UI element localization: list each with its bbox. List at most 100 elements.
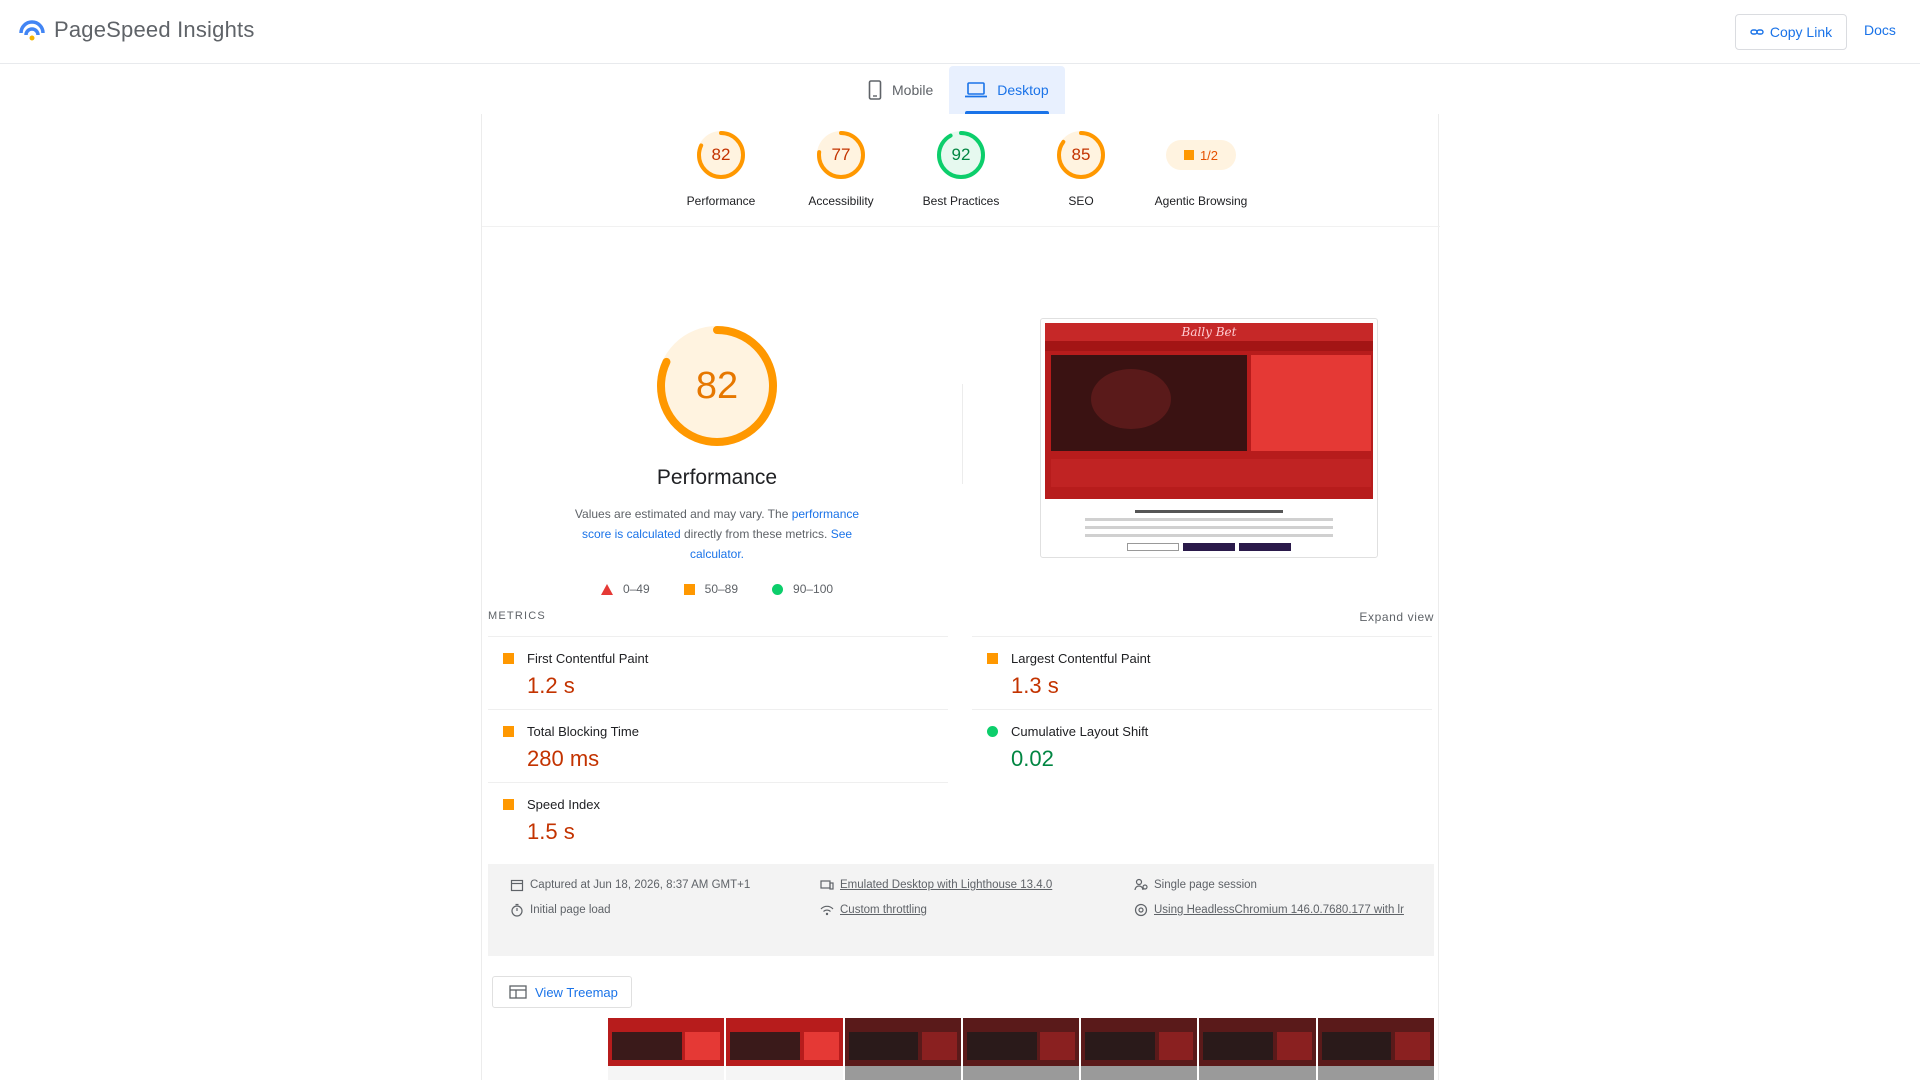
performance-summary: 82 Performance Values are estimated and …: [522, 324, 912, 596]
gauge-score: 92: [951, 145, 971, 164]
frame-banner: [730, 1032, 801, 1060]
average-square-icon: [503, 653, 514, 664]
banner-art: [1091, 369, 1171, 429]
gauge-agentic-browsing[interactable]: 1/2 Agentic Browsing: [1149, 130, 1253, 208]
desc-text: directly from these metrics.: [680, 527, 831, 541]
frame-banner: [966, 1032, 1037, 1060]
metric-lcp: Largest Contentful Paint 1.3 s: [972, 636, 1432, 698]
runtime-throttling[interactable]: Custom throttling: [820, 901, 927, 919]
filmstrip-frame[interactable]: [1317, 1018, 1434, 1080]
runtime-initial-load: Initial page load: [510, 901, 611, 919]
performance-title: Performance: [656, 466, 778, 489]
gauge-performance[interactable]: 82 Performance: [669, 130, 773, 208]
screenshot-button: [1239, 543, 1291, 551]
runtime-emulated[interactable]: Emulated Desktop with Lighthouse 13.4.0: [820, 876, 1052, 894]
gauge-label: Agentic Browsing: [1154, 194, 1248, 208]
fail-triangle-icon: [600, 583, 613, 595]
gauge-ring: 77: [816, 130, 866, 180]
gauge-label: Performance: [686, 194, 756, 208]
filmstrip-frame[interactable]: [962, 1018, 1080, 1080]
text-line: [1085, 526, 1333, 529]
frame-banner: [1321, 1032, 1392, 1060]
frame-body: [962, 1066, 1080, 1080]
runtime-text: Emulated Desktop with Lighthouse 13.4.0: [840, 879, 1053, 891]
brand[interactable]: PageSpeed Insights: [18, 16, 255, 44]
filmstrip-frame[interactable]: [608, 1018, 725, 1080]
wifi-icon: [820, 905, 834, 916]
person-icon: [1134, 878, 1148, 891]
frame-body: [1317, 1066, 1434, 1080]
frame-side: [1158, 1032, 1194, 1060]
frame-side: [1395, 1032, 1430, 1060]
runtime-text: Initial page load: [530, 904, 611, 916]
runtime-text: Custom throttling: [840, 904, 927, 916]
metric-name: Largest Contentful Paint: [1011, 651, 1151, 666]
screenshot-banner: [1051, 355, 1247, 451]
screenshot-body: [1045, 499, 1373, 557]
frame-banner: [848, 1032, 919, 1060]
tab-desktop[interactable]: Desktop: [949, 66, 1065, 114]
view-treemap-button[interactable]: View Treemap: [492, 976, 632, 1008]
performance-gauge: 82: [655, 324, 779, 448]
metric-value: 1.5 s: [527, 819, 575, 844]
gauge-ring: 92: [936, 130, 986, 180]
screenshot-strip: [1051, 459, 1371, 487]
calendar-icon: [510, 879, 524, 892]
gauge-seo[interactable]: 85 SEO: [1029, 130, 1133, 208]
performance-description: Values are estimated and may vary. The p…: [522, 504, 912, 564]
runtime-browser[interactable]: Using HeadlessChromium 146.0.7680.177 wi…: [1134, 901, 1424, 919]
docs-link[interactable]: Docs: [1864, 22, 1896, 38]
metric-value: 1.3 s: [1011, 673, 1059, 698]
legend-pass: 90–100: [772, 582, 833, 596]
gauge-accessibility[interactable]: 77 Accessibility: [789, 130, 893, 208]
screenshot-hero: Bally Bet: [1045, 323, 1373, 499]
screenshot-button: [1127, 543, 1179, 551]
runtime-settings: Captured at Jun 18, 2026, 8:37 AM GMT+1 …: [488, 864, 1434, 956]
legend-label: 90–100: [793, 582, 834, 596]
runtime-text: Captured at Jun 18, 2026, 8:37 AM GMT+1: [530, 879, 751, 891]
site-logo: Bally Bet: [1181, 325, 1237, 339]
performance-score: 82: [695, 365, 739, 407]
filmstrip-frame[interactable]: [1199, 1018, 1316, 1080]
gauge-ring: 85: [1056, 130, 1106, 180]
metric-value: 280 ms: [527, 746, 600, 771]
frame-body: [1199, 1066, 1316, 1080]
metric-cls: Cumulative Layout Shift 0.02: [972, 709, 1432, 771]
desc-text: Values are estimated and may vary. The: [574, 507, 792, 521]
runtime-session: Single page session: [1134, 876, 1257, 894]
filmstrip-frame[interactable]: [726, 1018, 843, 1080]
gauge-score: 77: [831, 145, 851, 164]
filmstrip-frame[interactable]: [844, 1018, 961, 1080]
frame-body: [608, 1066, 725, 1080]
legend-label: 0–49: [622, 582, 650, 596]
tab-mobile[interactable]: Mobile: [852, 66, 949, 114]
screenshot-buttons: [1085, 543, 1333, 551]
frame-banner: [1203, 1032, 1274, 1060]
gauge-ring: 82: [696, 130, 746, 180]
expand-view-toggle[interactable]: Expand view: [1359, 610, 1434, 624]
text-line: [1085, 534, 1333, 537]
view-treemap-label: View Treemap: [535, 984, 618, 1000]
pass-circle-icon: [987, 726, 998, 737]
final-screenshot[interactable]: Bally Bet: [1040, 318, 1378, 558]
copy-link-button[interactable]: Copy Link: [1735, 14, 1847, 50]
frame-body: [726, 1066, 843, 1080]
gauge-label: Accessibility: [808, 194, 874, 208]
filmstrip-frame[interactable]: [1081, 1018, 1198, 1080]
gauge-best-practices[interactable]: 92 Best Practices: [909, 130, 1013, 208]
copy-link-label: Copy Link: [1769, 24, 1833, 40]
legend-average: 50–89: [683, 582, 738, 596]
metric-fcp: First Contentful Paint 1.2 s: [488, 636, 948, 698]
screenshot-side-banner: [1251, 355, 1371, 451]
screenshot-button: [1183, 543, 1235, 551]
frame-banner: [1085, 1032, 1155, 1060]
chromium-icon: [1134, 903, 1148, 917]
divider: [962, 384, 963, 484]
tab-desktop-label: Desktop: [997, 82, 1049, 98]
frame-side: [685, 1032, 721, 1060]
runtime-text: Single page session: [1154, 879, 1257, 891]
frame-side: [1276, 1032, 1312, 1060]
top-header: PageSpeed Insights Copy Link Docs: [0, 0, 1920, 64]
treemap-icon: [509, 985, 527, 999]
metric-name: Speed Index: [527, 797, 601, 812]
